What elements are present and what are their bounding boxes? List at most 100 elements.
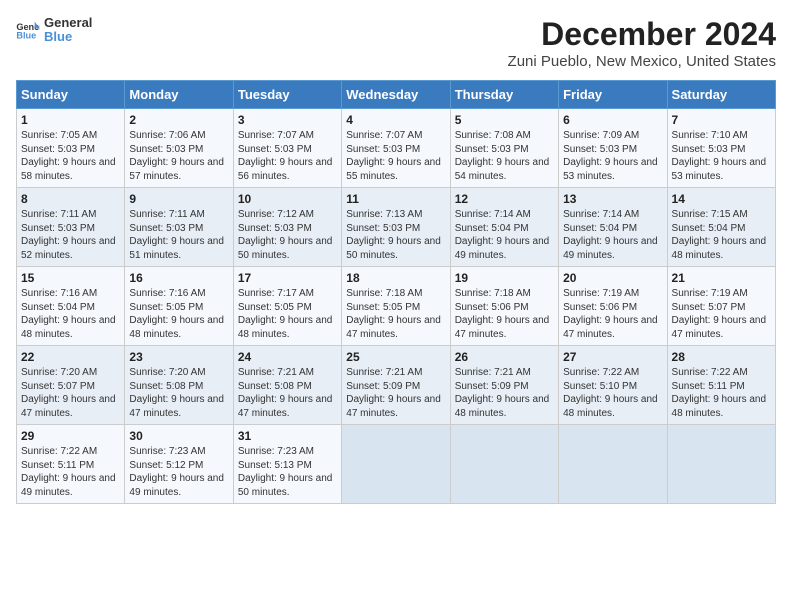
cell-text: Sunrise: 7:08 AMSunset: 5:03 PMDaylight:… bbox=[455, 130, 550, 182]
cell-text: Sunrise: 7:22 AMSunset: 5:10 PMDaylight:… bbox=[563, 367, 658, 419]
day-number: 31 bbox=[238, 429, 337, 443]
cell-text: Sunrise: 7:19 AMSunset: 5:06 PMDaylight:… bbox=[563, 288, 658, 340]
calendar-cell: 24 Sunrise: 7:21 AMSunset: 5:08 PMDaylig… bbox=[233, 346, 341, 425]
day-number: 23 bbox=[129, 350, 228, 364]
calendar-cell: 25 Sunrise: 7:21 AMSunset: 5:09 PMDaylig… bbox=[342, 346, 450, 425]
cell-text: Sunrise: 7:16 AMSunset: 5:04 PMDaylight:… bbox=[21, 288, 116, 340]
day-number: 5 bbox=[455, 113, 554, 127]
calendar-cell: 3 Sunrise: 7:07 AMSunset: 5:03 PMDayligh… bbox=[233, 109, 341, 188]
day-number: 14 bbox=[672, 192, 771, 206]
logo-general: General bbox=[44, 16, 92, 30]
calendar-cell: 19 Sunrise: 7:18 AMSunset: 5:06 PMDaylig… bbox=[450, 267, 558, 346]
calendar-cell bbox=[342, 425, 450, 504]
calendar-cell: 7 Sunrise: 7:10 AMSunset: 5:03 PMDayligh… bbox=[667, 109, 775, 188]
cell-text: Sunrise: 7:12 AMSunset: 5:03 PMDaylight:… bbox=[238, 209, 333, 261]
day-number: 22 bbox=[21, 350, 120, 364]
calendar-week-row: 1 Sunrise: 7:05 AMSunset: 5:03 PMDayligh… bbox=[17, 109, 776, 188]
cell-text: Sunrise: 7:10 AMSunset: 5:03 PMDaylight:… bbox=[672, 130, 767, 182]
cell-text: Sunrise: 7:07 AMSunset: 5:03 PMDaylight:… bbox=[346, 130, 441, 182]
cell-text: Sunrise: 7:19 AMSunset: 5:07 PMDaylight:… bbox=[672, 288, 767, 340]
calendar-week-row: 15 Sunrise: 7:16 AMSunset: 5:04 PMDaylig… bbox=[17, 267, 776, 346]
calendar-week-row: 8 Sunrise: 7:11 AMSunset: 5:03 PMDayligh… bbox=[17, 188, 776, 267]
logo-blue: Blue bbox=[44, 30, 92, 44]
cell-text: Sunrise: 7:11 AMSunset: 5:03 PMDaylight:… bbox=[129, 209, 224, 261]
cell-text: Sunrise: 7:18 AMSunset: 5:06 PMDaylight:… bbox=[455, 288, 550, 340]
day-number: 28 bbox=[672, 350, 771, 364]
calendar-cell: 28 Sunrise: 7:22 AMSunset: 5:11 PMDaylig… bbox=[667, 346, 775, 425]
day-number: 18 bbox=[346, 271, 445, 285]
day-number: 1 bbox=[21, 113, 120, 127]
day-number: 8 bbox=[21, 192, 120, 206]
cell-text: Sunrise: 7:20 AMSunset: 5:07 PMDaylight:… bbox=[21, 367, 116, 419]
weekday-header-cell: Wednesday bbox=[342, 81, 450, 109]
calendar-cell: 5 Sunrise: 7:08 AMSunset: 5:03 PMDayligh… bbox=[450, 109, 558, 188]
day-number: 30 bbox=[129, 429, 228, 443]
calendar-cell: 1 Sunrise: 7:05 AMSunset: 5:03 PMDayligh… bbox=[17, 109, 125, 188]
day-number: 25 bbox=[346, 350, 445, 364]
cell-text: Sunrise: 7:05 AMSunset: 5:03 PMDaylight:… bbox=[21, 130, 116, 182]
calendar-cell bbox=[559, 425, 667, 504]
calendar-week-row: 22 Sunrise: 7:20 AMSunset: 5:07 PMDaylig… bbox=[17, 346, 776, 425]
calendar-cell: 30 Sunrise: 7:23 AMSunset: 5:12 PMDaylig… bbox=[125, 425, 233, 504]
weekday-header-cell: Monday bbox=[125, 81, 233, 109]
location-title: Zuni Pueblo, New Mexico, United States bbox=[508, 53, 776, 70]
day-number: 2 bbox=[129, 113, 228, 127]
cell-text: Sunrise: 7:11 AMSunset: 5:03 PMDaylight:… bbox=[21, 209, 116, 261]
cell-text: Sunrise: 7:14 AMSunset: 5:04 PMDaylight:… bbox=[455, 209, 550, 261]
day-number: 9 bbox=[129, 192, 228, 206]
month-title: December 2024 bbox=[508, 16, 776, 53]
calendar-cell: 12 Sunrise: 7:14 AMSunset: 5:04 PMDaylig… bbox=[450, 188, 558, 267]
day-number: 15 bbox=[21, 271, 120, 285]
cell-text: Sunrise: 7:23 AMSunset: 5:12 PMDaylight:… bbox=[129, 446, 224, 498]
weekday-header-cell: Friday bbox=[559, 81, 667, 109]
cell-text: Sunrise: 7:21 AMSunset: 5:08 PMDaylight:… bbox=[238, 367, 333, 419]
day-number: 11 bbox=[346, 192, 445, 206]
calendar-cell: 17 Sunrise: 7:17 AMSunset: 5:05 PMDaylig… bbox=[233, 267, 341, 346]
weekday-header-cell: Thursday bbox=[450, 81, 558, 109]
cell-text: Sunrise: 7:17 AMSunset: 5:05 PMDaylight:… bbox=[238, 288, 333, 340]
day-number: 12 bbox=[455, 192, 554, 206]
cell-text: Sunrise: 7:15 AMSunset: 5:04 PMDaylight:… bbox=[672, 209, 767, 261]
logo-icon: General Blue bbox=[16, 20, 40, 40]
day-number: 21 bbox=[672, 271, 771, 285]
cell-text: Sunrise: 7:13 AMSunset: 5:03 PMDaylight:… bbox=[346, 209, 441, 261]
day-number: 29 bbox=[21, 429, 120, 443]
cell-text: Sunrise: 7:06 AMSunset: 5:03 PMDaylight:… bbox=[129, 130, 224, 182]
calendar-cell: 18 Sunrise: 7:18 AMSunset: 5:05 PMDaylig… bbox=[342, 267, 450, 346]
day-number: 27 bbox=[563, 350, 662, 364]
weekday-header-cell: Saturday bbox=[667, 81, 775, 109]
calendar-cell: 21 Sunrise: 7:19 AMSunset: 5:07 PMDaylig… bbox=[667, 267, 775, 346]
day-number: 7 bbox=[672, 113, 771, 127]
calendar-cell: 20 Sunrise: 7:19 AMSunset: 5:06 PMDaylig… bbox=[559, 267, 667, 346]
calendar-cell: 4 Sunrise: 7:07 AMSunset: 5:03 PMDayligh… bbox=[342, 109, 450, 188]
cell-text: Sunrise: 7:09 AMSunset: 5:03 PMDaylight:… bbox=[563, 130, 658, 182]
day-number: 6 bbox=[563, 113, 662, 127]
calendar-table: SundayMondayTuesdayWednesdayThursdayFrid… bbox=[16, 80, 776, 504]
calendar-cell: 29 Sunrise: 7:22 AMSunset: 5:11 PMDaylig… bbox=[17, 425, 125, 504]
header-area: General Blue General Blue December 2024 … bbox=[16, 16, 776, 70]
calendar-cell: 15 Sunrise: 7:16 AMSunset: 5:04 PMDaylig… bbox=[17, 267, 125, 346]
weekday-header-cell: Tuesday bbox=[233, 81, 341, 109]
cell-text: Sunrise: 7:18 AMSunset: 5:05 PMDaylight:… bbox=[346, 288, 441, 340]
cell-text: Sunrise: 7:22 AMSunset: 5:11 PMDaylight:… bbox=[672, 367, 767, 419]
cell-text: Sunrise: 7:21 AMSunset: 5:09 PMDaylight:… bbox=[455, 367, 550, 419]
calendar-cell: 14 Sunrise: 7:15 AMSunset: 5:04 PMDaylig… bbox=[667, 188, 775, 267]
calendar-week-row: 29 Sunrise: 7:22 AMSunset: 5:11 PMDaylig… bbox=[17, 425, 776, 504]
day-number: 4 bbox=[346, 113, 445, 127]
calendar-cell: 23 Sunrise: 7:20 AMSunset: 5:08 PMDaylig… bbox=[125, 346, 233, 425]
day-number: 19 bbox=[455, 271, 554, 285]
cell-text: Sunrise: 7:23 AMSunset: 5:13 PMDaylight:… bbox=[238, 446, 333, 498]
cell-text: Sunrise: 7:22 AMSunset: 5:11 PMDaylight:… bbox=[21, 446, 116, 498]
page-container: General Blue General Blue December 2024 … bbox=[0, 0, 792, 512]
cell-text: Sunrise: 7:07 AMSunset: 5:03 PMDaylight:… bbox=[238, 130, 333, 182]
day-number: 10 bbox=[238, 192, 337, 206]
logo: General Blue General Blue bbox=[16, 16, 92, 45]
svg-text:Blue: Blue bbox=[16, 31, 36, 41]
calendar-body: 1 Sunrise: 7:05 AMSunset: 5:03 PMDayligh… bbox=[17, 109, 776, 504]
calendar-cell: 2 Sunrise: 7:06 AMSunset: 5:03 PMDayligh… bbox=[125, 109, 233, 188]
weekday-header-row: SundayMondayTuesdayWednesdayThursdayFrid… bbox=[17, 81, 776, 109]
calendar-cell: 11 Sunrise: 7:13 AMSunset: 5:03 PMDaylig… bbox=[342, 188, 450, 267]
calendar-cell: 31 Sunrise: 7:23 AMSunset: 5:13 PMDaylig… bbox=[233, 425, 341, 504]
day-number: 17 bbox=[238, 271, 337, 285]
cell-text: Sunrise: 7:20 AMSunset: 5:08 PMDaylight:… bbox=[129, 367, 224, 419]
